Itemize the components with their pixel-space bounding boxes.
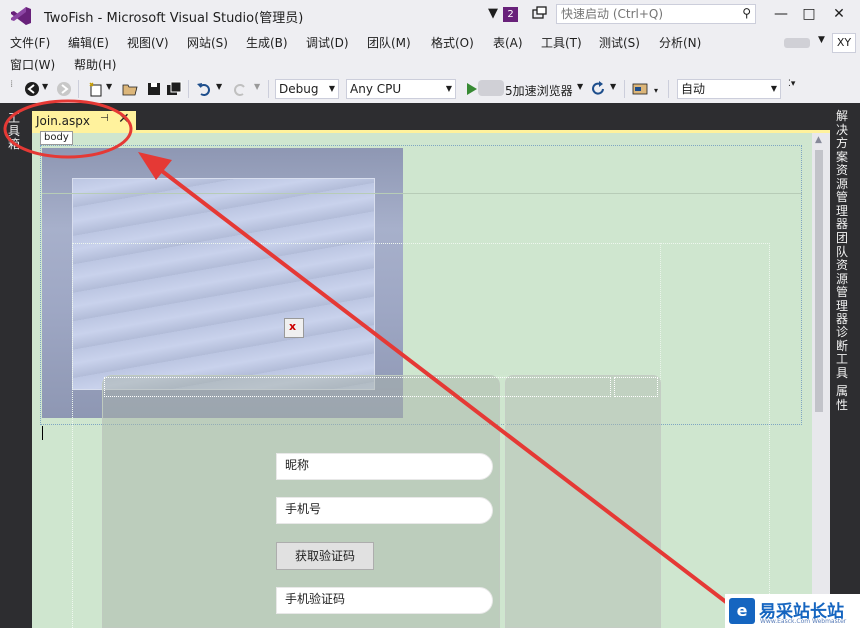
redo-dropdown-icon[interactable]: ▼ <box>254 82 260 91</box>
chevron-down-icon: ▼ <box>328 84 335 93</box>
toolbar-separator <box>78 80 79 98</box>
undo-icon[interactable] <box>196 81 212 97</box>
account-avatar[interactable]: XY <box>832 33 856 53</box>
table-cell[interactable] <box>614 377 658 397</box>
menu-team[interactable]: 团队(M) <box>367 34 411 51</box>
window-title: TwoFish - Microsoft Visual Studio(管理员) <box>44 11 304 26</box>
menu-edit[interactable]: 编辑(E) <box>68 34 109 51</box>
toolbox-tab[interactable]: 工具箱 <box>8 112 22 151</box>
menu-window[interactable]: 窗口(W) <box>10 56 55 73</box>
menu-debug[interactable]: 调试(D) <box>306 34 349 51</box>
broken-image-icon[interactable]: x <box>284 318 304 338</box>
position-value: 自动 <box>681 82 706 96</box>
team-explorer-tab[interactable]: 团队资源管理器 <box>836 231 850 327</box>
browser-link-icon[interactable] <box>632 81 648 97</box>
pin-icon[interactable]: ⊣ <box>100 113 109 124</box>
toolbar-separator <box>268 80 269 98</box>
toolbar-options-icon[interactable]: ⁚▾ <box>788 79 795 89</box>
watermark-subtext: Www.Easck.Com Webmaster <box>760 618 847 625</box>
side-panel[interactable] <box>505 375 661 628</box>
account-dropdown-icon[interactable]: ▼ <box>818 35 825 45</box>
save-all-icon[interactable] <box>166 81 182 97</box>
chevron-down-icon: ▼ <box>770 84 777 93</box>
watermark-logo: e <box>729 598 755 624</box>
browser-name-blur <box>478 80 504 96</box>
close-window-button[interactable]: ✕ <box>828 4 850 24</box>
back-dropdown-icon[interactable]: ▼ <box>42 82 48 91</box>
left-tool-strip <box>0 103 30 628</box>
toolbar-overflow-icon[interactable]: ▾ <box>654 86 658 95</box>
menu-tools[interactable]: 工具(T) <box>541 34 582 51</box>
close-tab-icon[interactable]: ✕ <box>118 111 130 127</box>
solution-platform-select[interactable]: Any CPU ▼ <box>346 79 456 99</box>
chevron-down-icon: ▼ <box>445 84 452 93</box>
visual-studio-logo-icon <box>11 7 31 25</box>
notification-count-badge[interactable]: 2 <box>503 7 518 22</box>
open-file-icon[interactable] <box>122 81 138 97</box>
position-mode-select[interactable]: 自动 ▼ <box>677 79 781 99</box>
solution-configuration-select[interactable]: Debug ▼ <box>275 79 339 99</box>
account-name[interactable] <box>784 38 810 48</box>
menu-help[interactable]: 帮助(H) <box>74 56 116 73</box>
redo-icon[interactable] <box>232 81 248 97</box>
toolbar-separator <box>624 80 625 98</box>
diagnostic-tools-tab[interactable]: 诊断工具 <box>836 325 850 380</box>
configuration-value: Debug <box>279 82 319 96</box>
scrollbar-thumb[interactable] <box>815 150 823 412</box>
minimize-button[interactable]: — <box>770 4 792 24</box>
divider <box>42 193 802 194</box>
menu-view[interactable]: 视图(V) <box>127 34 169 51</box>
menu-test[interactable]: 测试(S) <box>599 34 640 51</box>
refresh-icon[interactable] <box>590 81 606 97</box>
quick-launch-input[interactable] <box>557 5 735 23</box>
menu-table[interactable]: 表(A) <box>493 34 523 51</box>
document-tab-title[interactable]: Join.aspx <box>36 114 90 128</box>
new-dropdown-icon[interactable]: ▼ <box>106 82 112 91</box>
refresh-dropdown-icon[interactable]: ▼ <box>610 82 616 91</box>
verification-code-field[interactable]: 手机验证码 <box>276 587 493 614</box>
feedback-icon[interactable] <box>531 6 547 22</box>
browser-dropdown-icon[interactable]: ▼ <box>577 82 583 91</box>
maximize-button[interactable]: □ <box>798 4 820 24</box>
new-project-icon[interactable] <box>88 81 104 97</box>
text-caret <box>42 426 43 440</box>
body-tag-label[interactable]: body <box>40 131 73 145</box>
nickname-field[interactable]: 昵称 <box>276 453 493 480</box>
navigate-forward-icon[interactable] <box>56 81 72 97</box>
menu-format[interactable]: 格式(O) <box>431 34 474 51</box>
menu-analyze[interactable]: 分析(N) <box>659 34 701 51</box>
toolbar-grip-icon: ⁞ <box>10 79 14 90</box>
table-cell[interactable] <box>104 377 611 397</box>
search-icon[interactable]: ⚲ <box>742 6 751 20</box>
menu-build[interactable]: 生成(B) <box>246 34 288 51</box>
scroll-up-icon[interactable]: ▲ <box>815 135 822 145</box>
solution-explorer-tab[interactable]: 解决方案资源管理器 <box>836 109 850 232</box>
platform-value: Any CPU <box>350 82 402 96</box>
toolbar-separator <box>668 80 669 98</box>
browser-label[interactable]: 5加速浏览器 <box>505 82 573 99</box>
save-icon[interactable] <box>146 81 162 97</box>
undo-dropdown-icon[interactable]: ▼ <box>216 82 222 91</box>
notification-flag-icon[interactable]: ▼ <box>488 6 498 21</box>
navigate-back-icon[interactable] <box>24 81 40 97</box>
get-verification-code-button[interactable]: 获取验证码 <box>276 542 374 570</box>
menu-website[interactable]: 网站(S) <box>187 34 228 51</box>
properties-tab[interactable]: 属性 <box>836 384 850 412</box>
quick-launch-box[interactable]: ⚲ <box>556 4 756 24</box>
menu-file[interactable]: 文件(F) <box>10 34 50 51</box>
phone-field[interactable]: 手机号 <box>276 497 493 524</box>
toolbar-separator <box>188 80 189 98</box>
